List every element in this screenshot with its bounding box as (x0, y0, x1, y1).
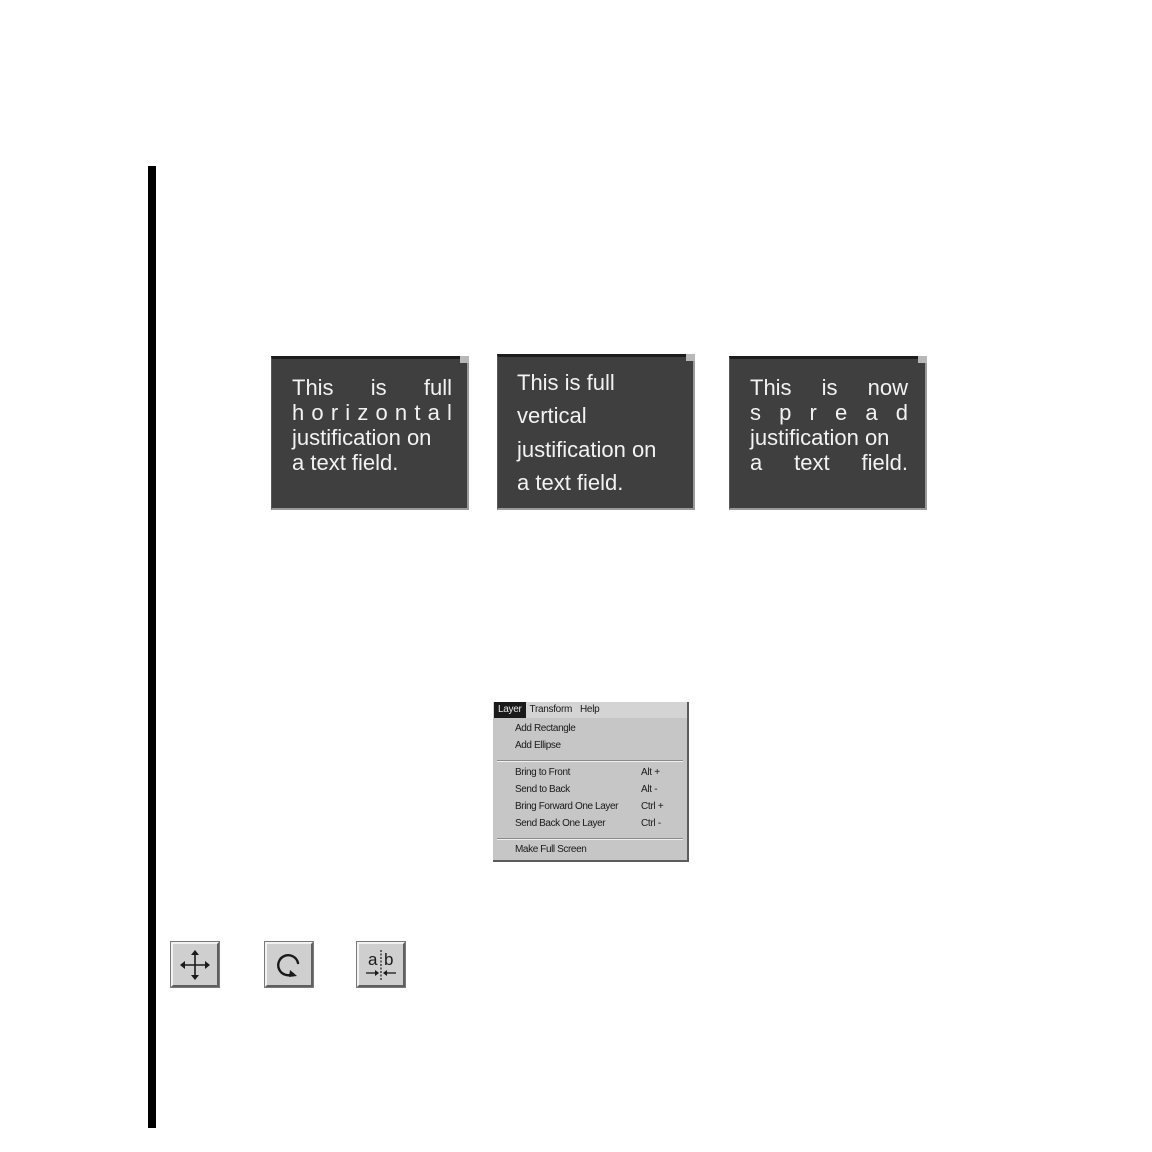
shortcut-bring-forward: Ctrl + (641, 801, 664, 812)
text-field-body: This is now spread justification on a te… (750, 375, 908, 475)
justify-tool-button[interactable]: a b (356, 941, 406, 988)
word: full (423, 375, 452, 400)
letter: r (330, 400, 339, 425)
margin-bar (148, 166, 156, 1128)
word: a (750, 450, 763, 475)
resize-handle[interactable] (460, 356, 469, 363)
menu-item-bring-forward-one-layer[interactable]: Bring Forward One Layer (515, 801, 618, 812)
text-line-2: vertical (517, 403, 587, 429)
justify-letter-a: a (368, 950, 378, 969)
menu-separator (497, 838, 683, 840)
word: now (867, 375, 908, 400)
menu-item-make-full-screen[interactable]: Make Full Screen (515, 844, 587, 855)
text-line-3: justification on (292, 425, 432, 450)
word: This (292, 375, 334, 400)
text-line-1: This is full (517, 370, 615, 395)
resize-handle[interactable] (686, 354, 695, 361)
text-line-2: horizontal (292, 400, 452, 425)
menu-item-send-to-back[interactable]: Send to Back (515, 784, 570, 795)
menu-help[interactable]: Help (576, 702, 603, 718)
letter: i (345, 400, 351, 425)
justify-letter-b: b (384, 950, 393, 969)
letter: o (375, 400, 388, 425)
word: field. (861, 450, 908, 475)
menu-item-add-rectangle[interactable]: Add Rectangle (515, 723, 576, 734)
rotate-icon (277, 953, 300, 977)
letter: s (750, 400, 761, 425)
text-line-1: This is now (750, 375, 908, 400)
letter: a (427, 400, 440, 425)
menu-bar: Layer Transform Help (493, 702, 687, 718)
letter: e (834, 400, 848, 425)
letter: r (809, 400, 817, 425)
text-field-body: This is full vertical justification on a… (517, 371, 656, 495)
letter: a (865, 400, 878, 425)
text-field-spread-justification[interactable]: This is now spread justification on a te… (729, 356, 927, 510)
word: text (794, 450, 830, 475)
letter: p (779, 400, 792, 425)
text-line-4: a text field. (517, 469, 624, 495)
shortcut-send-to-back: Alt - (641, 784, 658, 795)
letter: o (311, 400, 324, 425)
shortcut-bring-to-front: Alt + (641, 767, 660, 778)
text-line-4: a text field. (750, 450, 908, 475)
text-field-vertical-justification[interactable]: This is full vertical justification on a… (497, 354, 695, 510)
letter: t (414, 400, 421, 425)
move-arrows-icon (180, 949, 210, 980)
text-line-1: This is full (292, 375, 452, 400)
letter: l (447, 400, 452, 425)
letter: z (357, 400, 369, 425)
text-line-4: a text field. (292, 450, 399, 475)
word: is (370, 375, 387, 400)
word: is (821, 375, 838, 400)
text-line-3: justification on (750, 425, 890, 450)
rotate-tool-button[interactable] (264, 941, 314, 988)
menu-layer[interactable]: Layer (494, 702, 526, 718)
menu-item-send-back-one-layer[interactable]: Send Back One Layer (515, 818, 606, 829)
menu-transform[interactable]: Transform (526, 702, 577, 718)
move-tool-button[interactable] (170, 941, 220, 988)
text-line-2: spread (750, 400, 908, 425)
letter: h (292, 400, 305, 425)
shortcut-send-back: Ctrl - (641, 818, 661, 829)
menu-separator (497, 760, 683, 762)
word: This (750, 375, 792, 400)
menu-item-bring-to-front[interactable]: Bring to Front (515, 767, 570, 778)
layer-menu-screenshot: Layer Transform Help Add Rectangle Add E… (493, 702, 689, 862)
letter: n (394, 400, 408, 425)
text-line-3: justification on (517, 436, 657, 462)
resize-handle[interactable] (918, 356, 927, 363)
text-field-horizontal-justification[interactable]: This is full horizontal justification on… (271, 356, 469, 510)
text-field-body: This is full horizontal justification on… (292, 375, 452, 475)
menu-item-add-ellipse[interactable]: Add Ellipse (515, 740, 561, 751)
text-justify-icon: a b (366, 949, 396, 980)
letter: d (895, 400, 908, 425)
